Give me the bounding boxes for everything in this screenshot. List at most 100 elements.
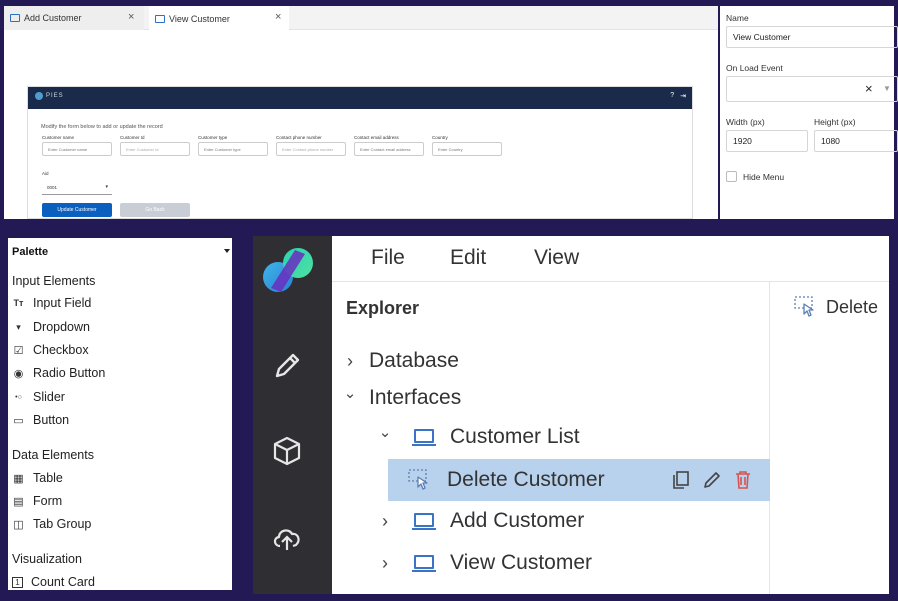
name-input[interactable]: View Customer: [726, 26, 898, 48]
palette-item-count-card[interactable]: 1 Count Card: [12, 575, 95, 589]
cube-icon[interactable]: [270, 434, 304, 468]
tree-item-interfaces[interactable]: ⌄ Interfaces: [332, 378, 770, 418]
aid-dropdown[interactable]: 0001 ▾: [42, 181, 112, 195]
go-back-button[interactable]: Go Back: [120, 203, 190, 217]
screen-icon: [412, 555, 436, 572]
palette-item-checkbox[interactable]: ☑ Checkbox: [12, 343, 89, 357]
palette-item-button[interactable]: ▭ Button: [12, 413, 69, 427]
palette-item-slider[interactable]: •○ Slider: [12, 390, 65, 404]
tab-label: View Customer: [169, 13, 230, 24]
palette-item-label: Table: [33, 471, 63, 485]
customer-id-input[interactable]: Enter Customer Id: [120, 142, 190, 156]
field-label-customer-name: Customer name: [42, 135, 75, 140]
preview-header: PIES ? ⇥: [28, 87, 692, 109]
logout-icon[interactable]: ⇥: [680, 92, 686, 100]
chevron-down-icon[interactable]: ⌄: [378, 423, 392, 441]
logo-mark-icon: [35, 92, 43, 100]
field-label-aid: Aid: [42, 171, 49, 176]
palette-item-table[interactable]: ▦ Table: [12, 471, 63, 485]
palette-item-tab-group[interactable]: ◫ Tab Group: [12, 517, 91, 531]
screen-icon: [155, 14, 165, 23]
contact-phone-input[interactable]: Enter Contact phone number: [276, 142, 346, 156]
tree-item-add-customer[interactable]: › Add Customer: [332, 501, 770, 541]
tab-group-icon: ◫: [13, 518, 24, 531]
palette-item-label: Form: [33, 494, 63, 508]
tab-view-customer[interactable]: View Customer ×: [149, 6, 289, 31]
update-customer-button[interactable]: Update Customer: [42, 203, 112, 217]
tab-bar: Add Customer × View Customer ×: [4, 6, 718, 31]
tree-item-view-customer[interactable]: › View Customer: [332, 543, 770, 583]
chevron-right-icon[interactable]: ›: [378, 511, 392, 532]
app-logo-icon[interactable]: [261, 244, 315, 298]
chevron-right-icon[interactable]: ›: [378, 553, 392, 574]
palette-item-form[interactable]: ▤ Form: [12, 494, 62, 508]
on-load-event-label: On Load Event: [726, 63, 783, 73]
height-input[interactable]: 1080: [814, 130, 898, 152]
palette-item-label: Count Card: [31, 575, 95, 589]
menu-edit[interactable]: Edit: [450, 246, 486, 270]
tab-add-customer[interactable]: Add Customer ×: [4, 6, 144, 30]
copy-icon[interactable]: [671, 470, 691, 490]
contact-email-input[interactable]: Enter Contact email address: [354, 142, 424, 156]
app-window: File Edit View Explorer › Database ⌄ Int…: [253, 236, 889, 594]
field-label-contact-email: Contact email address: [354, 135, 399, 140]
tree-item-delete-customer[interactable]: Delete Customer: [388, 459, 770, 501]
menu-file[interactable]: File: [371, 246, 405, 270]
menu-bar: File Edit View: [332, 236, 889, 282]
click-icon: [408, 469, 428, 490]
on-load-event-select[interactable]: × ▼: [726, 76, 898, 102]
palette-item-radio-button[interactable]: ◉ Radio Button: [12, 366, 106, 380]
tree-item-label: Interfaces: [369, 386, 462, 409]
close-icon[interactable]: ×: [128, 11, 134, 23]
detail-pane: Delete: [770, 282, 889, 594]
tree-item-label: View Customer: [450, 551, 592, 574]
form-editor: Add Customer × View Customer × PIES ? ⇥ …: [4, 6, 718, 219]
hide-menu-label: Hide Menu: [743, 172, 785, 182]
close-icon[interactable]: ×: [275, 11, 281, 23]
checkbox-icon: ☑: [13, 344, 24, 357]
tree-item-label: Customer List: [450, 425, 580, 448]
edit-icon[interactable]: [702, 470, 722, 490]
screen-icon: [412, 513, 436, 530]
delete-icon[interactable]: [734, 470, 752, 490]
form-icon: ▤: [13, 495, 24, 508]
caret-down-icon[interactable]: ▼: [883, 84, 891, 93]
name-label: Name: [726, 13, 749, 23]
palette-item-label: Dropdown: [33, 320, 90, 334]
collapse-caret-icon[interactable]: [224, 249, 230, 253]
table-icon: ▦: [13, 472, 24, 485]
chevron-right-icon[interactable]: ›: [343, 351, 357, 372]
country-input[interactable]: Enter Country: [432, 142, 502, 156]
cloud-upload-icon[interactable]: [270, 520, 304, 554]
width-input[interactable]: 1920: [726, 130, 808, 152]
palette-panel: Palette Input Elements Tт Input Field ▾ Dr…: [8, 238, 232, 590]
aid-value: 0001: [47, 185, 58, 190]
palette-item-dropdown[interactable]: ▾ Dropdown: [12, 320, 90, 334]
form-instruction: Modify the form below to add or update t…: [41, 124, 163, 130]
palette-item-input-field[interactable]: Tт Input Field: [12, 296, 92, 310]
customer-name-input[interactable]: Enter Customer name: [42, 142, 112, 156]
customer-type-input[interactable]: Enter Customer type: [198, 142, 268, 156]
help-icon[interactable]: ?: [670, 92, 674, 100]
button-icon: ▭: [13, 414, 24, 427]
chevron-down-icon[interactable]: ⌄: [343, 384, 357, 402]
tree-item-customer-list[interactable]: ⌄ Customer List: [332, 417, 770, 457]
screen-icon: [10, 14, 20, 22]
clear-icon[interactable]: ×: [865, 81, 873, 96]
dropdown-icon: ▾: [16, 321, 21, 332]
palette-item-label: Radio Button: [33, 366, 106, 380]
width-label: Width (px): [726, 117, 765, 127]
pencil-icon[interactable]: [270, 349, 304, 383]
section-visualization: Visualization: [12, 552, 82, 566]
tree-item-database[interactable]: › Database: [332, 341, 770, 381]
explorer-panel: Explorer › Database ⌄ Interfaces ⌄ Custo…: [332, 282, 770, 594]
palette-item-label: Slider: [33, 390, 65, 404]
slider-icon: •○: [15, 393, 22, 401]
hide-menu-checkbox[interactable]: [726, 171, 737, 182]
palette-title: Palette: [12, 246, 49, 258]
screen-icon: [412, 429, 436, 446]
palette-item-label: Input Field: [33, 296, 92, 310]
menu-view[interactable]: View: [534, 246, 579, 270]
field-label-customer-id: Customer Id: [120, 135, 145, 140]
palette-item-label: Button: [33, 413, 70, 427]
